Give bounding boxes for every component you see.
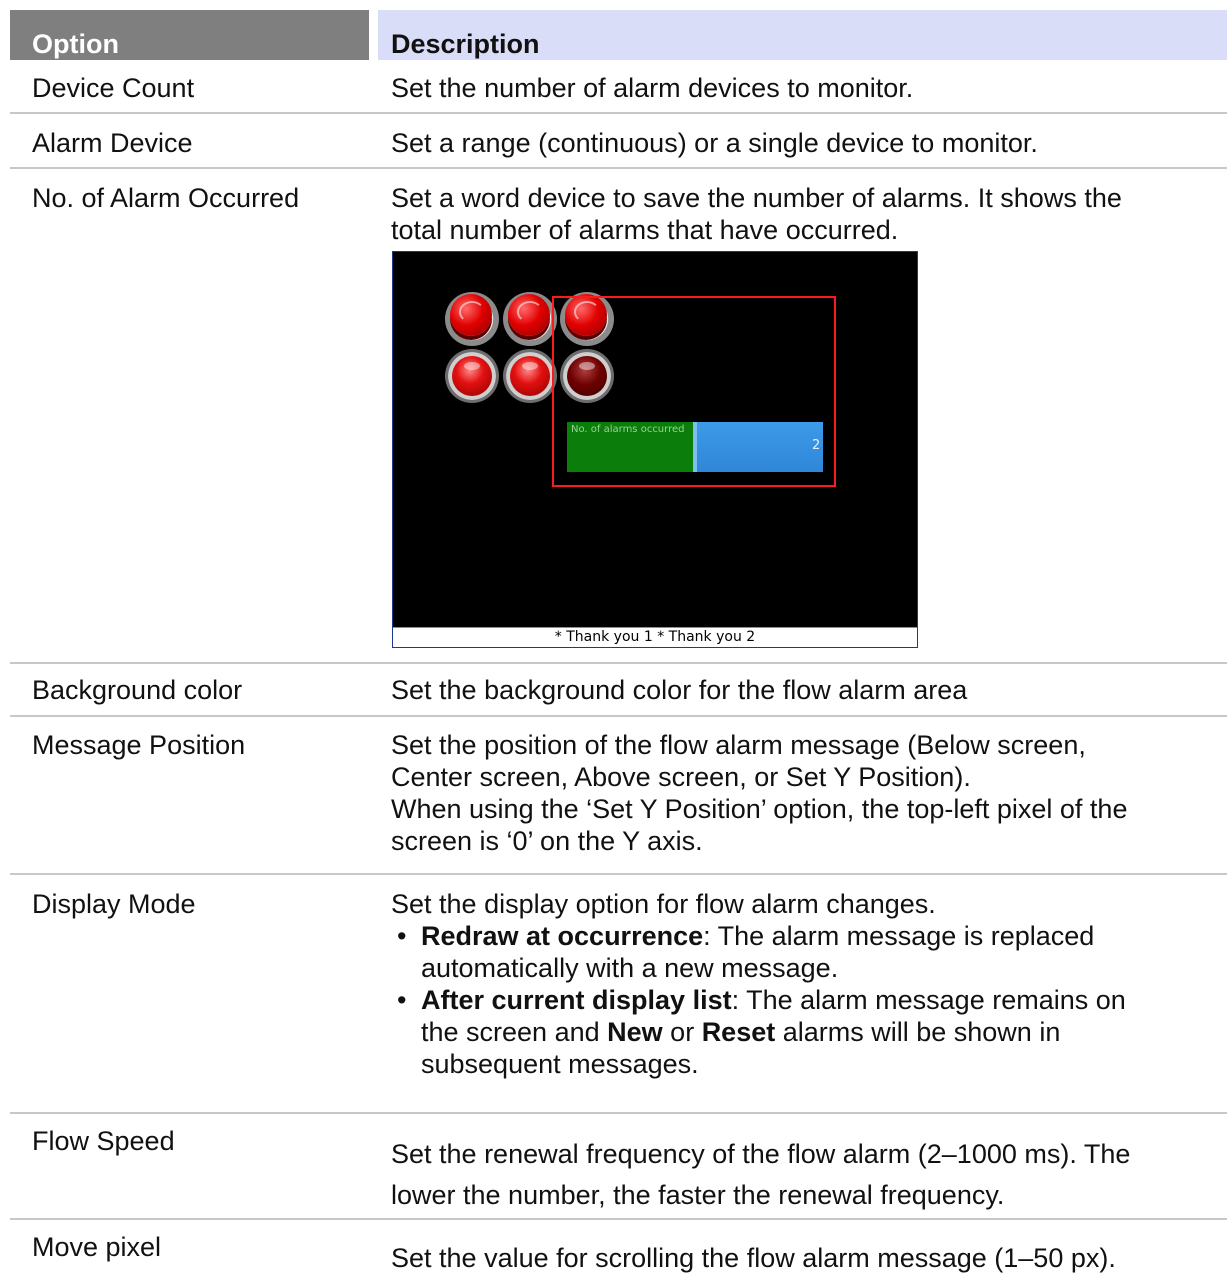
description-line: Set the position of the flow alarm messa… [391, 730, 1086, 760]
description-line: total number of alarms that have occurre… [391, 215, 899, 245]
option-text: : The alarm message is replaced [703, 921, 1095, 951]
device-count-description: Set the number of alarm devices to monit… [391, 73, 914, 103]
move-pixel-option: Move pixel [32, 1232, 162, 1262]
description-line: lower the number, the faster the renewal… [391, 1180, 1005, 1210]
alarm-count-value: 2 [812, 438, 821, 453]
keyword-reset: Reset [701, 1017, 776, 1047]
row-divider [10, 662, 1227, 664]
description-line: When using the ‘Set Y Position’ option, … [391, 794, 1128, 824]
row-divider [10, 1112, 1227, 1114]
device-count-option: Device Count [32, 73, 195, 103]
row-divider [10, 1218, 1227, 1220]
option-text: the screen and [421, 1017, 608, 1047]
no-alarm-occurred-option: No. of Alarm Occurred [32, 183, 300, 213]
keyword-new: New [607, 1017, 663, 1047]
push-button-icon [503, 292, 557, 346]
message-position-option: Message Position [32, 730, 246, 760]
description-line: Set a word device to save the number of … [391, 183, 1122, 213]
description-line: screen is ‘0’ on the Y axis. [391, 826, 703, 856]
alarm-count-label: No. of alarms occurred [571, 424, 685, 435]
description-header-label: Description [391, 29, 540, 59]
alarm-device-description: Set a range (continuous) or a single dev… [391, 128, 1038, 158]
list-item: Redraw at occurrence: The alarm message … [391, 920, 1201, 984]
flow-alarm-message-bar: * Thank you 1 * Thank you 2 [393, 627, 917, 647]
display-mode-list: Redraw at occurrence: The alarm message … [391, 920, 1201, 1080]
example-alarm-screenshot: No. of alarms occurred 2 * Thank you 1 *… [392, 251, 918, 648]
option-text: alarms will be shown in [775, 1017, 1061, 1047]
background-color-description: Set the background color for the flow al… [391, 675, 968, 705]
option-text: : The alarm message remains on [731, 985, 1126, 1015]
lamp-on-icon [503, 349, 557, 403]
row-divider [10, 715, 1227, 717]
option-text: or [662, 1017, 702, 1047]
description-line: Center screen, Above screen, or Set Y Po… [391, 762, 971, 792]
option-column-header: Option [10, 10, 369, 60]
flow-alarm-message: * Thank you 1 * Thank you 2 [554, 629, 756, 645]
option-name: After current display list [421, 985, 732, 1015]
row-divider [10, 167, 1227, 169]
message-position-description: Set the position of the flow alarm messa… [391, 729, 1201, 857]
option-name: Redraw at occurrence [421, 921, 704, 951]
lamp-on-icon [445, 349, 499, 403]
list-item: After current display list: The alarm me… [391, 984, 1201, 1080]
description-column-header: Description [378, 10, 1227, 60]
alarm-device-option: Alarm Device [32, 128, 193, 158]
description-line: Set the renewal frequency of the flow al… [391, 1139, 1131, 1169]
display-mode-description: Set the display option for flow alarm ch… [391, 888, 1201, 1080]
option-header-label: Option [32, 29, 119, 59]
display-mode-option: Display Mode [32, 889, 196, 919]
description-line: Set the display option for flow alarm ch… [391, 889, 936, 919]
row-divider [10, 873, 1227, 875]
flow-speed-option: Flow Speed [32, 1126, 175, 1156]
row-divider [10, 112, 1227, 114]
flow-speed-description: Set the renewal frequency of the flow al… [391, 1134, 1201, 1216]
background-color-option: Background color [32, 675, 243, 705]
alarm-count-value-field [693, 422, 823, 472]
move-pixel-description: Set the value for scrolling the flow ala… [391, 1243, 1116, 1273]
option-text: subsequent messages. [421, 1049, 699, 1079]
no-alarm-occurred-description: Set a word device to save the number of … [391, 182, 1201, 246]
push-button-icon [445, 292, 499, 346]
option-text: automatically with a new message. [421, 953, 839, 983]
